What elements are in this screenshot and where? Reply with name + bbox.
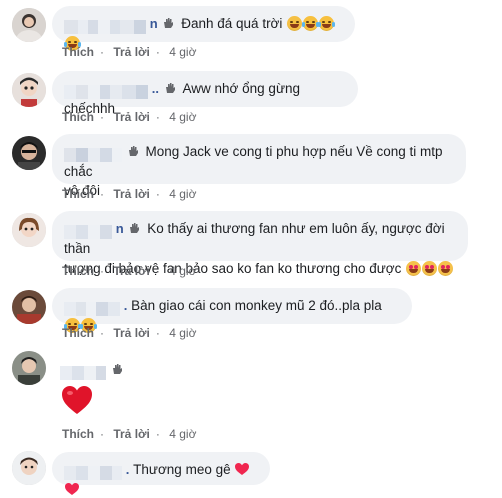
fan-badge-icon [130, 223, 140, 234]
separator: · [100, 326, 104, 340]
comment-bubble: n Ko thấy ai thương fan như em luôn ấy, … [52, 211, 468, 276]
like-link[interactable]: Thích [62, 187, 94, 201]
commenter-name[interactable] [64, 221, 112, 239]
timestamp[interactable]: 4 giờ [169, 264, 196, 278]
avatar[interactable] [12, 290, 46, 324]
like-link[interactable]: Thích [62, 264, 94, 278]
separator: · [155, 264, 160, 278]
commenter-name[interactable] [60, 362, 106, 380]
separator: · [100, 187, 104, 201]
timestamp[interactable]: 4 giờ [169, 187, 196, 201]
avatar[interactable] [12, 8, 46, 42]
separator: · [155, 427, 160, 441]
separator: · [100, 45, 104, 59]
commenter-name[interactable] [64, 81, 148, 99]
commenter-name[interactable] [64, 144, 122, 162]
avatar[interactable] [12, 351, 46, 385]
name-tail[interactable]: . [126, 462, 130, 477]
comment-name-bubble [52, 357, 144, 380]
separator: · [155, 326, 160, 340]
comment-bubble: . Thương meo gê [52, 452, 270, 496]
name-tail[interactable]: n [116, 221, 124, 236]
comment-actions: Thích · Trả lời · 4 giờ [62, 187, 202, 201]
sparkling-heart-emoji-icon [235, 463, 250, 476]
like-link[interactable]: Thích [62, 45, 94, 59]
reply-link[interactable]: Trả lời [113, 264, 150, 278]
comment-actions: Thích · Trả lời · 4 giờ [62, 326, 202, 340]
laugh-sweat-emoji-icon [287, 15, 303, 31]
name-tail[interactable]: . [124, 298, 128, 313]
name-tail[interactable]: .. [152, 81, 159, 96]
avatar[interactable] [12, 136, 46, 170]
reply-link[interactable]: Trả lời [113, 326, 150, 340]
commenter-name[interactable] [64, 298, 120, 316]
comment-actions: Thích · Trả lời · 4 giờ [62, 427, 202, 441]
comment-text: Bàn giao cái con monkey mũ 2 đó..pla pla [131, 297, 382, 313]
comment-actions: Thích · Trả lời · 4 giờ [62, 45, 202, 59]
timestamp[interactable]: 4 giờ [169, 110, 196, 124]
comment-bubble: .. Aww nhớ ổng gừng chếchhh [52, 71, 358, 116]
like-link[interactable]: Thích [62, 427, 94, 441]
separator: · [155, 110, 160, 124]
separator: · [100, 427, 104, 441]
reply-link[interactable]: Trả lời [113, 427, 150, 441]
like-link[interactable]: Thích [62, 110, 94, 124]
fan-badge-icon [164, 18, 174, 29]
separator: · [100, 264, 104, 278]
comment-text: Đanh đá quá trời [181, 15, 283, 31]
heart-eyes-emoji-icon [438, 260, 454, 276]
avatar[interactable] [12, 451, 46, 485]
comment-actions: Thích · Trả lời · 4 giờ [62, 264, 202, 278]
timestamp[interactable]: 4 giờ [169, 326, 196, 340]
separator: · [100, 110, 104, 124]
reply-link[interactable]: Trả lời [113, 187, 150, 201]
commenter-name[interactable] [64, 16, 146, 34]
fan-badge-icon [112, 364, 122, 375]
separator: · [155, 187, 160, 201]
heart-emoji-icon [62, 386, 92, 414]
heart-eyes-emoji-icon [406, 260, 422, 276]
avatar[interactable] [12, 213, 46, 247]
like-link[interactable]: Thích [62, 326, 94, 340]
reply-link[interactable]: Trả lời [113, 110, 150, 124]
comment-bubble: Mong Jack ve cong ti phu hợp nếu Về cong… [52, 134, 466, 198]
timestamp[interactable]: 4 giờ [169, 427, 196, 441]
avatar[interactable] [12, 73, 46, 107]
separator: · [155, 45, 160, 59]
comment-bubble: n Đanh đá quá trời [52, 6, 355, 51]
laugh-emoji-icon [302, 15, 320, 31]
fan-badge-icon [165, 83, 175, 94]
heart-eyes-emoji-icon [422, 260, 438, 276]
sparkling-heart-emoji-icon [65, 483, 79, 496]
laugh-emoji-icon [318, 15, 336, 31]
comment-bubble: . Bàn giao cái con monkey mũ 2 đó..pla p… [52, 288, 412, 333]
commenter-name[interactable] [64, 462, 122, 480]
timestamp[interactable]: 4 giờ [169, 45, 196, 59]
reply-link[interactable]: Trả lời [113, 45, 150, 59]
comment-actions: Thích · Trả lời · 4 giờ [62, 110, 202, 124]
name-tail[interactable]: n [150, 16, 158, 31]
comment-text: Thương meo gê [133, 461, 231, 477]
fan-badge-icon [128, 146, 138, 157]
